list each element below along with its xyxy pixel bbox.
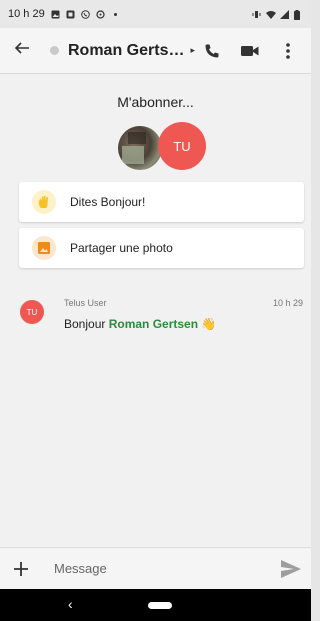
presence-dot — [50, 46, 59, 55]
attach-button[interactable] — [0, 548, 42, 590]
status-system-icons — [252, 9, 303, 20]
suggestion-say-hello[interactable]: Dites Bonjour! — [19, 182, 304, 222]
more-vert-icon — [286, 42, 290, 59]
message-text[interactable]: Bonjour Roman Gertsen 👋 — [64, 317, 216, 331]
suggestion-share-photo[interactable]: Partager une photo — [19, 228, 304, 268]
message-sender: Telus User — [64, 298, 107, 308]
conversation-app-bar: Roman Gerts… ▸ — [0, 28, 311, 74]
suggestion-label: Partager une photo — [70, 241, 173, 255]
message-composer — [0, 547, 311, 589]
app-icon — [66, 10, 75, 19]
send-button[interactable] — [271, 548, 311, 590]
message-input[interactable] — [54, 553, 271, 584]
status-notification-icons — [51, 9, 120, 19]
suggestion-label: Dites Bonjour! — [70, 195, 146, 209]
contact-mention[interactable]: Roman Gertsen — [109, 317, 198, 331]
message-avatar[interactable]: TU — [20, 300, 44, 324]
vibrate-icon — [252, 10, 261, 19]
status-bar: 10 h 29 — [0, 0, 311, 28]
nav-back-button[interactable]: ‹ — [68, 596, 73, 612]
photo-icon — [32, 236, 56, 260]
gallery-icon — [51, 10, 60, 19]
system-nav-bar: ‹ — [0, 589, 311, 621]
nav-home-pill[interactable] — [148, 602, 172, 609]
dot-icon — [111, 10, 120, 19]
message-text-prefix: Bonjour — [64, 317, 109, 331]
plus-icon — [14, 561, 28, 576]
more-options-button[interactable] — [277, 40, 299, 62]
send-icon — [281, 559, 301, 578]
whatsapp-icon — [80, 9, 90, 19]
message-time: 10 h 29 — [272, 298, 303, 308]
video-call-button[interactable] — [239, 40, 261, 62]
contact-name[interactable]: Roman Gerts… — [68, 42, 184, 60]
status-time: 10 h 29 — [8, 8, 45, 20]
contact-avatar-photo — [118, 126, 162, 170]
video-icon — [241, 45, 259, 56]
back-button[interactable] — [0, 28, 44, 74]
wifi-icon — [266, 10, 276, 19]
call-button[interactable] — [201, 40, 223, 62]
user-avatar: TU — [158, 122, 206, 170]
phone-icon — [205, 44, 219, 57]
conversation-pane[interactable]: M'abonner... TU Dites Bonjour! Partager … — [0, 74, 311, 547]
wave-icon — [32, 190, 56, 214]
app-bar-actions — [201, 40, 311, 62]
data-saver-icon — [96, 9, 105, 19]
details-caret-icon[interactable]: ▸ — [190, 45, 195, 56]
arrow-left-icon — [14, 39, 30, 62]
subscribe-title: M'abonner... — [117, 94, 194, 110]
signal-icon — [280, 9, 289, 19]
wave-emoji: 👋 — [201, 317, 217, 331]
battery-icon — [294, 9, 303, 20]
